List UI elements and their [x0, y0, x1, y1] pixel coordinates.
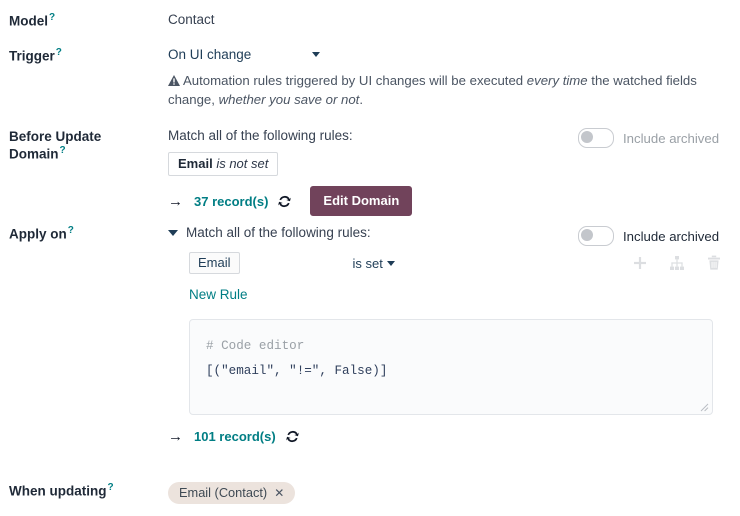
- apply-on-records-link[interactable]: 101 record(s): [194, 429, 276, 444]
- field-row-when-updating: When updating? Email (Contact) ✕: [0, 482, 740, 504]
- label-apply-on: Apply on?: [0, 225, 168, 243]
- code-editor-code: [("email", "!=", False)]: [206, 363, 388, 378]
- chevron-down-icon: [312, 52, 320, 57]
- label-model: Model?: [0, 12, 168, 30]
- label-trigger: Trigger?: [0, 47, 168, 65]
- trigger-warning-note: Automation rules triggered by UI changes…: [168, 72, 716, 109]
- trigger-warning-emphasis-1: every time: [526, 73, 588, 88]
- apply-on-match-text: Match all of the following rules:: [186, 225, 371, 240]
- trigger-selected-value: On UI change: [168, 47, 252, 62]
- label-when-updating-text: When updating: [9, 483, 107, 499]
- model-value: Contact: [168, 12, 215, 27]
- toggle-knob: [581, 229, 593, 241]
- apply-on-rule-field[interactable]: Email: [189, 252, 240, 274]
- trash-icon[interactable]: [706, 255, 722, 271]
- label-before-update-domain-line2-wrap: Domain?: [9, 145, 168, 163]
- edit-domain-button[interactable]: Edit Domain: [310, 186, 413, 216]
- refresh-icon[interactable]: [277, 194, 292, 209]
- help-marker-trigger[interactable]: ?: [56, 47, 62, 58]
- apply-on-include-archived-toggle[interactable]: [578, 226, 614, 246]
- arrow-right-icon: →: [168, 428, 183, 445]
- new-rule-link[interactable]: New Rule: [189, 287, 248, 302]
- label-trigger-text: Trigger: [9, 48, 55, 64]
- before-domain-facet-field: Email: [178, 156, 213, 171]
- toggle-knob: [581, 131, 593, 143]
- domain-code-editor[interactable]: # Code editor [("email", "!=", False)]: [189, 319, 713, 415]
- before-domain-facet[interactable]: Email is not set: [168, 152, 279, 176]
- before-domain-include-archived-label: Include archived: [623, 130, 720, 146]
- trigger-select[interactable]: On UI change: [168, 47, 320, 62]
- trigger-warning-suffix: .: [359, 91, 364, 107]
- field-row-apply-on: Apply on? Match all of the following rul…: [0, 225, 740, 444]
- trigger-warning-emphasis-2: whether you save or not: [218, 91, 360, 107]
- help-marker-apply-on[interactable]: ?: [68, 225, 74, 236]
- apply-on-rule-operator-value: is set: [352, 255, 383, 271]
- field-row-trigger: Trigger? On UI change Automation rules t…: [0, 47, 740, 109]
- apply-on-include-archived: Include archived: [578, 226, 719, 246]
- apply-on-rule-actions: [632, 255, 722, 271]
- collapse-triangle-icon[interactable]: [168, 229, 178, 236]
- label-before-update-domain-line1: Before Update: [9, 129, 102, 144]
- when-updating-tag[interactable]: Email (Contact) ✕: [168, 482, 296, 504]
- field-trigger: On UI change Automation rules triggered …: [168, 47, 740, 109]
- label-when-updating: When updating?: [0, 482, 168, 500]
- field-row-model: Model? Contact: [0, 12, 740, 30]
- close-icon[interactable]: ✕: [274, 487, 284, 499]
- before-domain-include-archived-toggle[interactable]: [578, 128, 614, 148]
- help-marker-model[interactable]: ?: [49, 12, 55, 23]
- before-domain-records-link[interactable]: 37 record(s): [194, 194, 268, 209]
- refresh-icon[interactable]: [285, 429, 300, 444]
- before-domain-include-archived: Include archived: [578, 128, 719, 148]
- field-apply-on: Match all of the following rules: Email …: [168, 225, 740, 444]
- help-marker-before-update-domain[interactable]: ?: [60, 145, 66, 156]
- apply-on-include-archived-label: Include archived: [623, 228, 720, 244]
- chevron-down-icon: [386, 260, 395, 266]
- help-marker-when-updating[interactable]: ?: [107, 482, 113, 493]
- plus-icon[interactable]: [632, 255, 648, 271]
- code-editor-comment: # Code editor: [206, 339, 305, 353]
- before-domain-records-line: → 37 record(s) Edit Domain: [168, 186, 740, 216]
- apply-on-records-line: → 101 record(s): [168, 429, 740, 444]
- arrow-right-icon: →: [168, 192, 183, 210]
- apply-on-rule-operator-select[interactable]: is set: [353, 256, 395, 271]
- field-when-updating: Email (Contact) ✕: [168, 482, 740, 504]
- resize-handle[interactable]: [697, 400, 709, 412]
- branch-icon[interactable]: [669, 255, 685, 271]
- when-updating-tag-label: Email (Contact): [179, 485, 268, 500]
- label-before-update-domain-line2: Domain: [9, 146, 59, 162]
- trigger-warning-prefix: Automation rules triggered by UI changes…: [183, 73, 527, 88]
- label-apply-on-text: Apply on: [9, 226, 67, 242]
- automation-rule-form: Model? Contact Trigger? On UI change Aut…: [0, 0, 740, 516]
- before-domain-facet-operator: is not set: [216, 156, 269, 171]
- label-before-update-domain: Before Update Domain?: [0, 128, 168, 163]
- warning-icon: [168, 75, 180, 86]
- field-model: Contact: [168, 12, 740, 27]
- label-model-text: Model: [9, 13, 48, 29]
- apply-on-rule-row: Email is set: [168, 252, 740, 274]
